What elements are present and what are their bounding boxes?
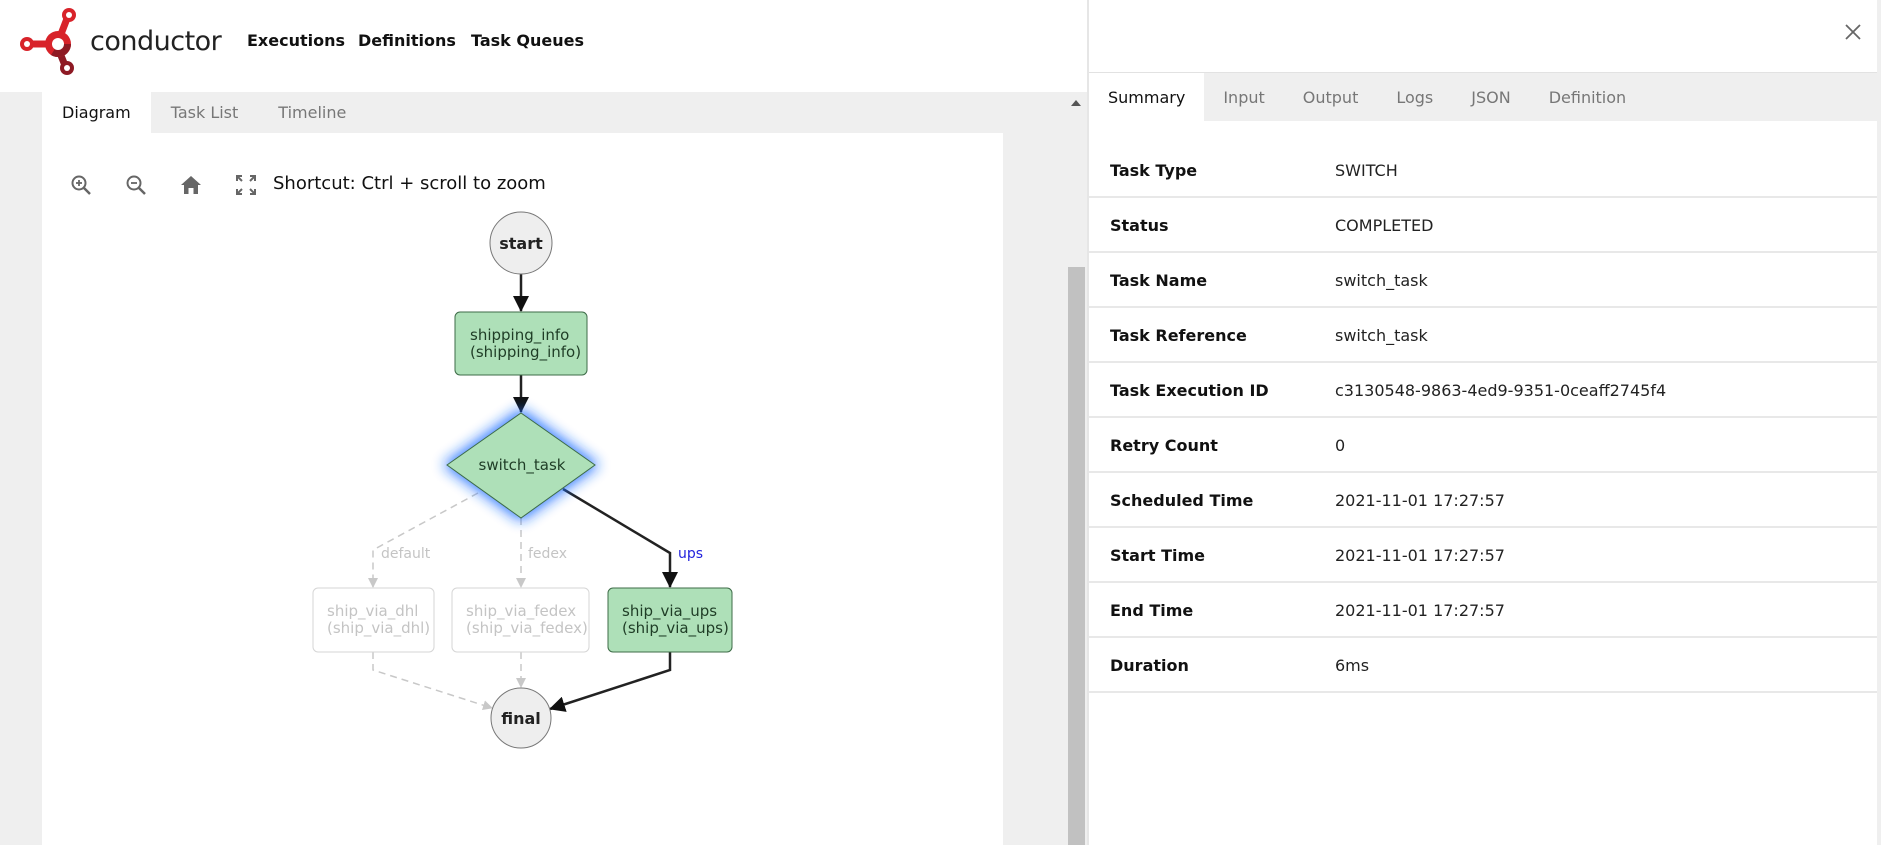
node-ship-via-dhl[interactable]: ship_via_dhl (ship_via_dhl) <box>312 587 435 653</box>
diagram-scrollbar[interactable] <box>1066 92 1087 845</box>
scroll-up-arrow-icon[interactable] <box>1071 100 1081 106</box>
summary-value: SWITCH <box>1335 161 1398 180</box>
node-switch-task[interactable]: switch_task <box>443 409 599 521</box>
conductor-app: conductor Executions Definitions Task Qu… <box>0 0 1881 845</box>
summary-value: c3130548-9863-4ed9-9351-0ceaff2745f4 <box>1335 381 1667 400</box>
edge-label-default: default <box>381 546 431 562</box>
summary-value: 2021-11-01 17:27:57 <box>1335 546 1505 565</box>
node-shipping-info[interactable]: shipping_info (shipping_info) <box>454 311 588 376</box>
node-start-label: start <box>499 234 543 253</box>
scroll-thumb[interactable] <box>1068 267 1085 845</box>
tab-definition[interactable]: Definition <box>1530 73 1645 121</box>
summary-value: 2021-11-01 17:27:57 <box>1335 491 1505 510</box>
node-switch-task-label: switch_task <box>479 456 566 475</box>
summary-value: switch_task <box>1335 271 1428 290</box>
node-final-label: final <box>501 709 541 728</box>
edge-switch-default <box>368 492 479 588</box>
summary-key: Task Name <box>1110 271 1208 290</box>
summary-key: Scheduled Time <box>1110 491 1254 510</box>
summary-key: Status <box>1110 216 1169 235</box>
node-ship-via-ups-ref: (ship_via_ups) <box>622 619 729 638</box>
summary-value: 0 <box>1335 436 1346 455</box>
node-ship-via-fedex-ref: (ship_via_fedex) <box>466 619 588 638</box>
summary-key: Task Reference <box>1110 326 1247 345</box>
tab-logs[interactable]: Logs <box>1377 73 1452 121</box>
node-ship-via-fedex[interactable]: ship_via_fedex (ship_via_fedex) <box>451 587 590 653</box>
summary-row-end-time: End Time 2021-11-01 17:27:57 <box>1089 583 1877 638</box>
summary-row-start-time: Start Time 2021-11-01 17:27:57 <box>1089 528 1877 583</box>
tab-input[interactable]: Input <box>1204 73 1283 121</box>
summary-value: switch_task <box>1335 326 1428 345</box>
summary-row-duration: Duration 6ms <box>1089 638 1877 693</box>
tab-output[interactable]: Output <box>1284 73 1378 121</box>
summary-row-status: Status COMPLETED <box>1089 198 1877 253</box>
summary-key: Task Type <box>1110 161 1198 180</box>
workflow-diagram: default fedex ups start shipping_info (s… <box>312 211 733 749</box>
node-shipping-info-ref: (shipping_info) <box>470 343 581 362</box>
edge-label-fedex: fedex <box>528 546 567 562</box>
summary-row-retry-count: Retry Count 0 <box>1089 418 1877 473</box>
edge-switch-ups <box>562 487 678 588</box>
summary-row-scheduled-time: Scheduled Time 2021-11-01 17:27:57 <box>1089 473 1877 528</box>
node-ship-via-ups[interactable]: ship_via_ups (ship_via_ups) <box>607 587 733 653</box>
edge-dhl-final <box>372 652 493 711</box>
node-final[interactable]: final <box>490 687 552 749</box>
summary-value: 6ms <box>1335 656 1370 675</box>
summary-key: Duration <box>1110 656 1189 675</box>
summary-value: COMPLETED <box>1335 216 1434 235</box>
task-detail-tabs: Summary Input Output Logs JSON Definitio… <box>1089 72 1877 121</box>
node-ship-via-dhl-ref: (ship_via_dhl) <box>327 619 430 638</box>
summary-row-task-execution-id: Task Execution ID c3130548-9863-4ed9-935… <box>1089 363 1877 418</box>
summary-row-task-name: Task Name switch_task <box>1089 253 1877 308</box>
summary-key: Start Time <box>1110 546 1205 565</box>
tab-json[interactable]: JSON <box>1452 73 1529 121</box>
summary-key: End Time <box>1110 601 1194 620</box>
task-details-drawer: Summary Input Output Logs JSON Definitio… <box>1087 0 1881 845</box>
summary-row-task-type: Task Type SWITCH <box>1089 121 1877 198</box>
summary-value: 2021-11-01 17:27:57 <box>1335 601 1505 620</box>
summary-row-task-reference: Task Reference switch_task <box>1089 308 1877 363</box>
node-start[interactable]: start <box>489 211 553 275</box>
summary-key: Retry Count <box>1110 436 1218 455</box>
tab-summary[interactable]: Summary <box>1089 73 1205 121</box>
edge-ups-final <box>549 652 672 712</box>
summary-table: Task Type SWITCH Status COMPLETED Task N… <box>1089 121 1877 693</box>
summary-key: Task Execution ID <box>1110 381 1269 400</box>
edge-label-ups: ups <box>678 546 703 562</box>
close-icon[interactable] <box>1841 20 1865 44</box>
